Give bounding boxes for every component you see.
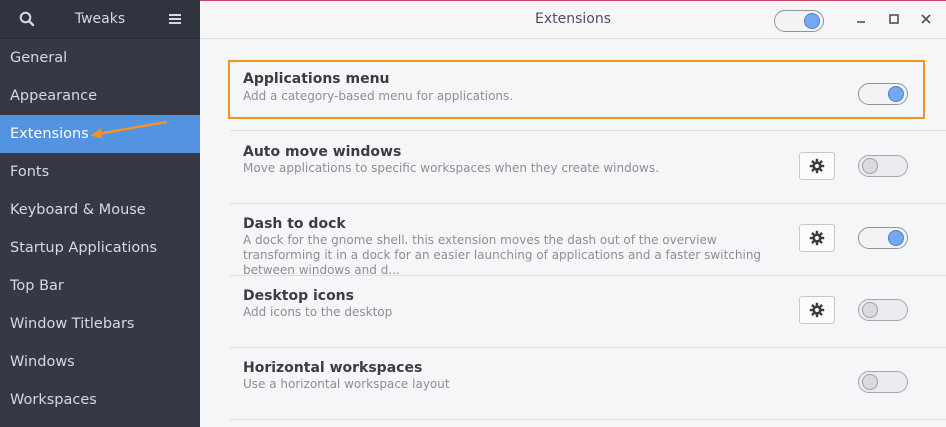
header-bar: Extensions <box>200 0 946 39</box>
sidebar-header: Tweaks <box>0 0 200 39</box>
close-icon[interactable] <box>918 11 934 27</box>
extension-row-auto-move-windows: Auto move windows Move applications to s… <box>230 131 924 203</box>
sidebar-item-window-titlebars[interactable]: Window Titlebars <box>0 305 200 343</box>
gear-icon <box>809 158 825 174</box>
extension-row-dash-to-dock: Dash to dock A dock for the gnome shell.… <box>230 204 924 277</box>
row-separator <box>230 419 946 420</box>
switch-knob <box>888 86 904 102</box>
extension-name: Dash to dock <box>243 216 346 232</box>
switch-knob <box>888 230 904 246</box>
extension-description: Use a horizontal workspace layout <box>243 377 450 391</box>
extension-row-desktop-icons: Desktop icons Add icons to the desktop <box>230 276 924 348</box>
app-title: Tweaks <box>74 11 126 27</box>
extension-description: Add icons to the desktop <box>243 305 393 319</box>
maximize-icon[interactable] <box>886 11 902 27</box>
sidebar: Tweaks General Appearance Extensions Fon… <box>0 0 200 427</box>
gear-icon <box>809 230 825 246</box>
page-title: Extensions <box>534 11 612 27</box>
dash-to-dock-switch[interactable] <box>858 227 908 249</box>
applications-menu-switch[interactable] <box>858 83 908 105</box>
extension-name: Desktop icons <box>243 288 354 304</box>
minimize-icon[interactable] <box>853 11 869 27</box>
sidebar-item-workspaces[interactable]: Workspaces <box>0 381 200 419</box>
sidebar-item-general[interactable]: General <box>0 39 200 77</box>
annotation-arrow-icon <box>90 120 168 138</box>
auto-move-windows-switch[interactable] <box>858 155 908 177</box>
extension-name: Applications menu <box>243 71 390 87</box>
extension-description: Move applications to specific workspaces… <box>243 161 659 175</box>
extension-description: A dock for the gnome shell. this extensi… <box>243 233 762 277</box>
extension-description: Add a category-based menu for applicatio… <box>243 89 514 103</box>
extension-name: Horizontal workspaces <box>243 360 423 376</box>
sidebar-item-keyboard-mouse[interactable]: Keyboard & Mouse <box>0 191 200 229</box>
horizontal-workspaces-switch[interactable] <box>858 371 908 393</box>
switch-knob <box>862 374 878 390</box>
sidebar-item-fonts[interactable]: Fonts <box>0 153 200 191</box>
extension-row-horizontal-workspaces: Horizontal workspaces Use a horizontal w… <box>230 348 924 420</box>
extension-row-applications-menu: Applications menu Add a category-based m… <box>230 60 924 132</box>
sidebar-item-appearance[interactable]: Appearance <box>0 77 200 115</box>
extensions-master-switch[interactable] <box>774 10 824 32</box>
switch-knob <box>804 13 820 29</box>
desktop-icons-switch[interactable] <box>858 299 908 321</box>
gear-icon <box>809 302 825 318</box>
dash-to-dock-settings-button[interactable] <box>799 224 835 252</box>
search-icon[interactable] <box>18 10 36 28</box>
desktop-icons-settings-button[interactable] <box>799 296 835 324</box>
auto-move-windows-settings-button[interactable] <box>799 152 835 180</box>
sidebar-item-windows[interactable]: Windows <box>0 343 200 381</box>
sidebar-item-top-bar[interactable]: Top Bar <box>0 267 200 305</box>
extension-name: Auto move windows <box>243 144 402 160</box>
hamburger-menu-icon[interactable] <box>168 11 182 27</box>
sidebar-list: General Appearance Extensions Fonts Keyb… <box>0 39 200 419</box>
switch-knob <box>862 158 878 174</box>
sidebar-item-startup-applications[interactable]: Startup Applications <box>0 229 200 267</box>
switch-knob <box>862 302 878 318</box>
main-panel: Extensions Applications menu Add a categ… <box>200 0 946 427</box>
